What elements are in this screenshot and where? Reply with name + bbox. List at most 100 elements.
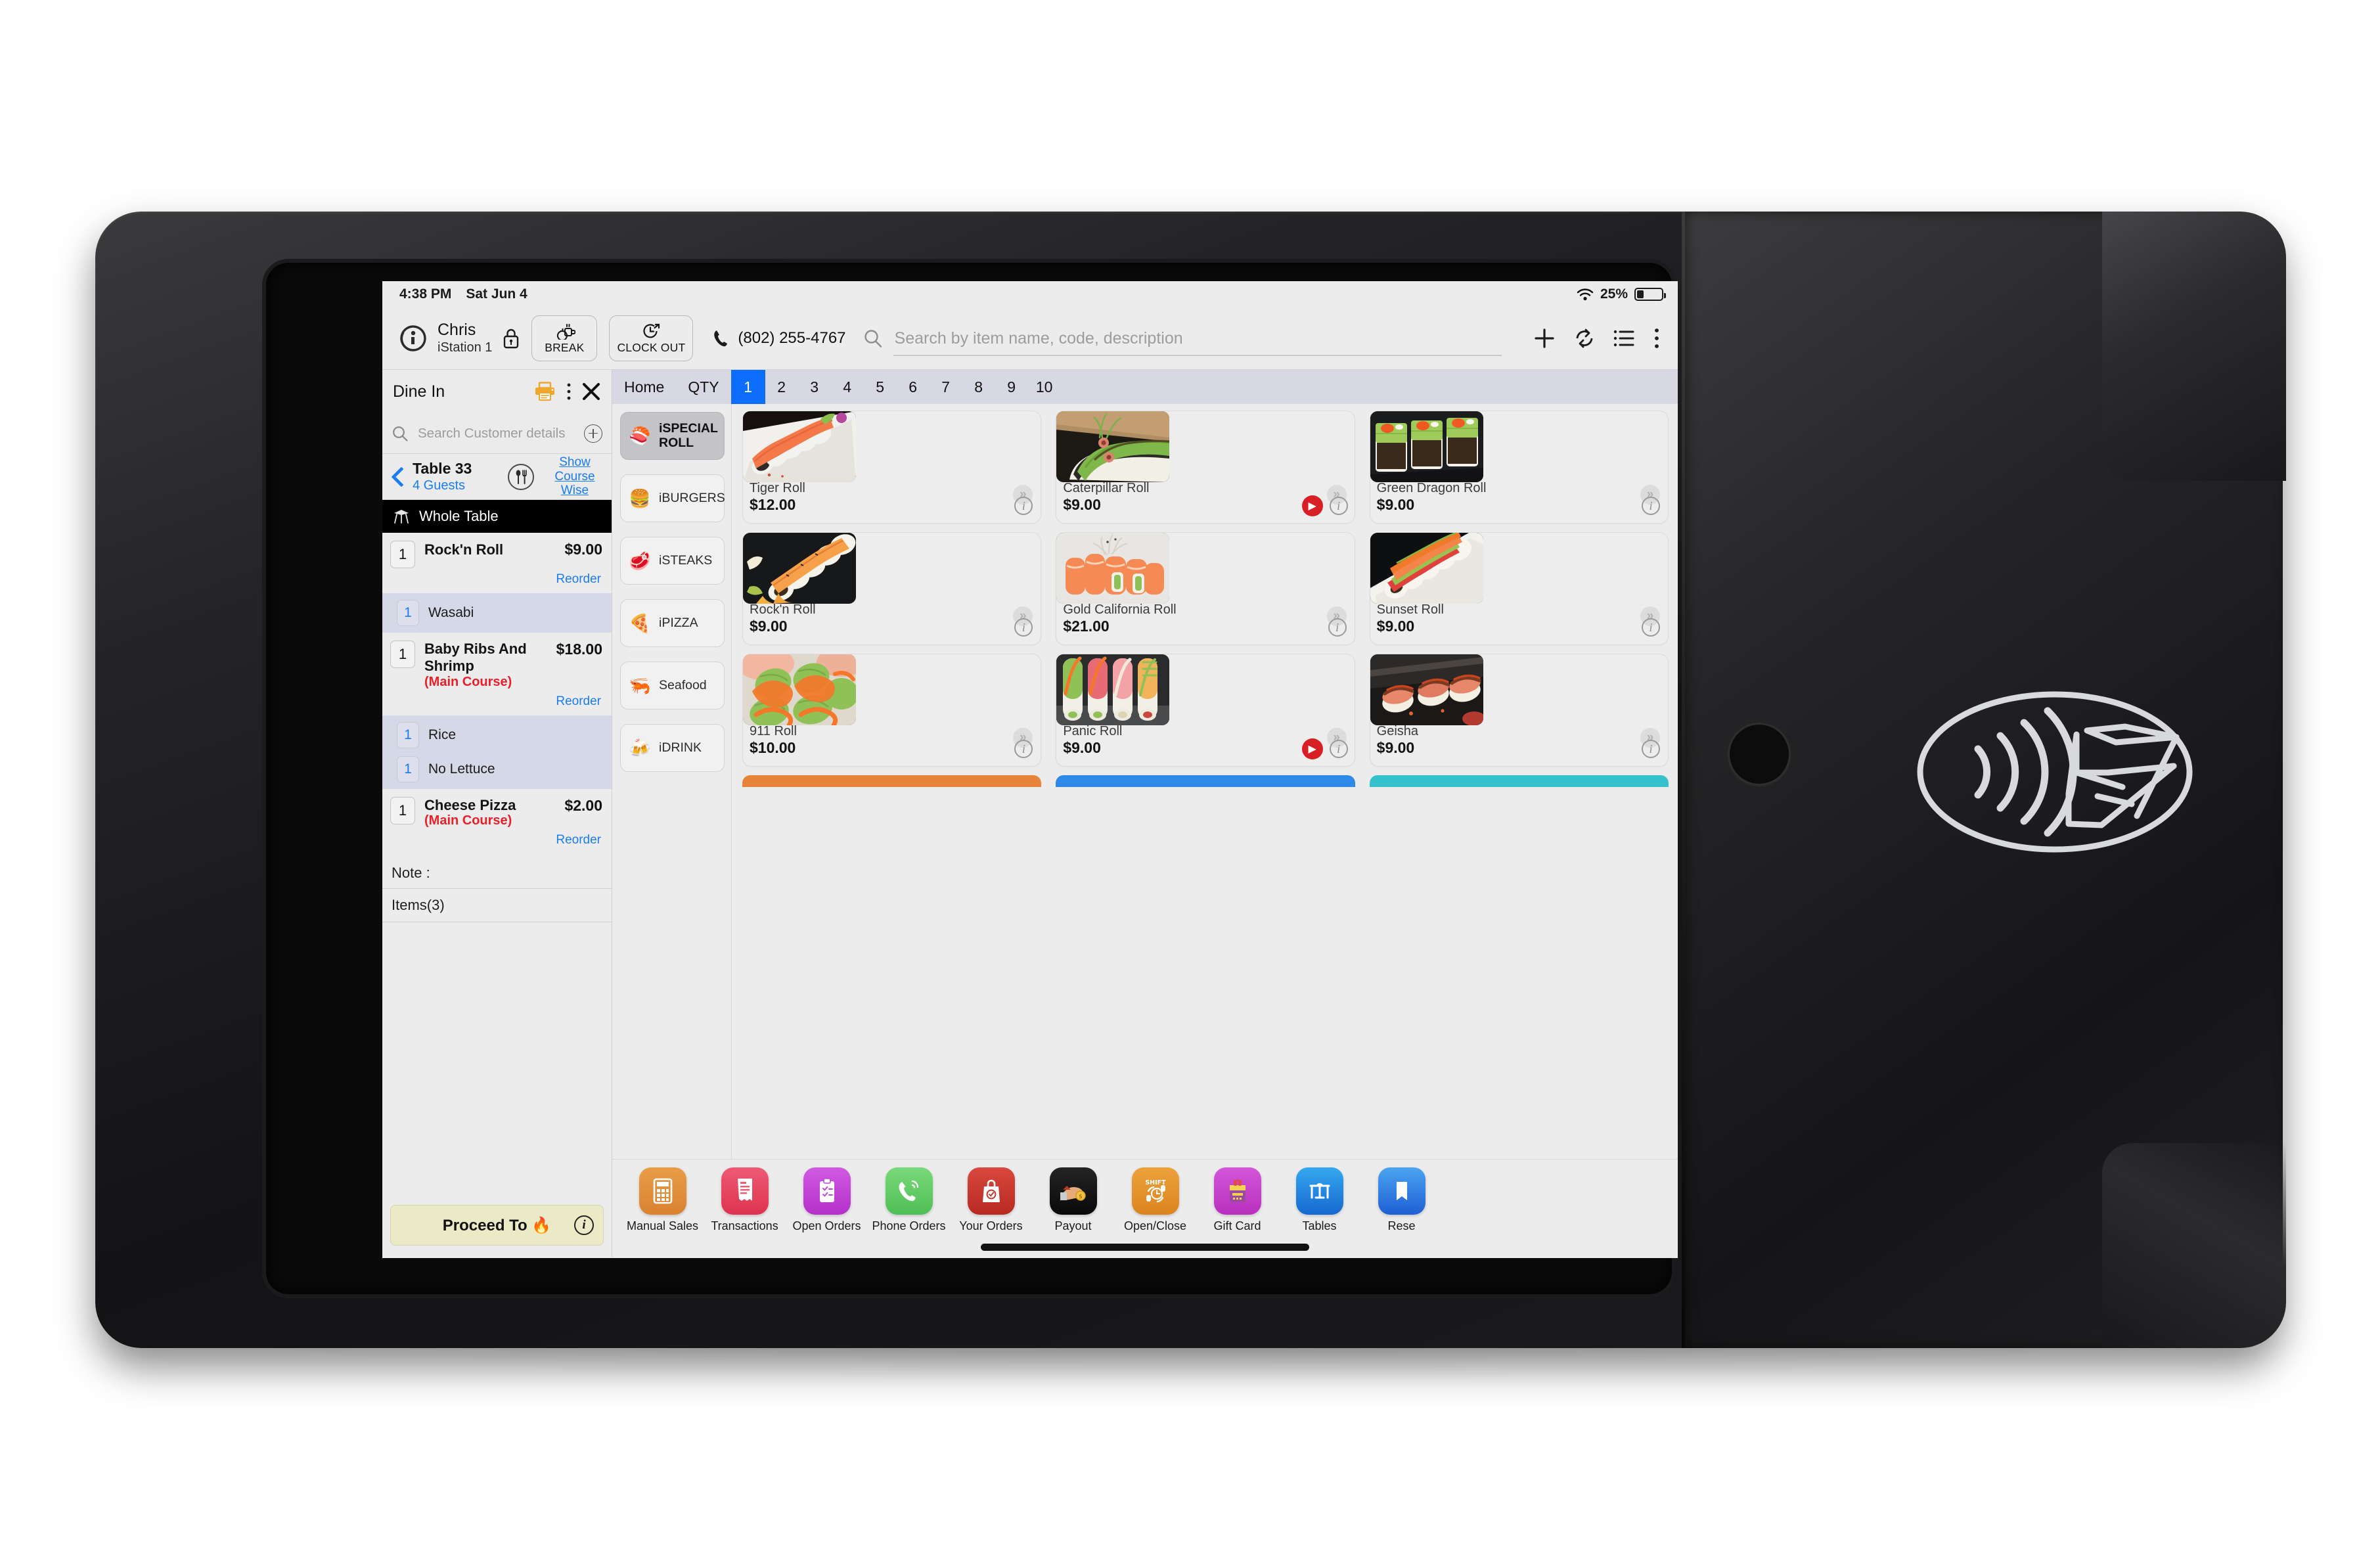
tab-10[interactable]: 10 — [1028, 370, 1061, 404]
info-icon[interactable]: i — [1014, 618, 1033, 637]
printer-icon[interactable] — [534, 382, 556, 401]
category-ispecial-roll[interactable]: 🍣 iSPECIAL ROLL — [620, 412, 725, 460]
app-open-orders[interactable]: Open Orders — [786, 1167, 868, 1233]
tab-8[interactable]: 8 — [962, 370, 995, 404]
modifier-row[interactable]: 1 No Lettuce — [382, 752, 612, 786]
phone-display[interactable]: (802) 255-4767 — [713, 329, 846, 348]
info-icon[interactable]: i — [574, 1215, 594, 1235]
clock-out-button[interactable]: CLOCK OUT — [609, 315, 694, 361]
app-manual-sales[interactable]: Manual Sales — [621, 1167, 704, 1233]
info-icon[interactable]: i — [1328, 618, 1347, 637]
product-card[interactable]: Sunset Roll » $9.00 i — [1369, 532, 1669, 645]
proceed-button[interactable]: Proceed To 🔥 i — [390, 1205, 604, 1246]
lock-icon[interactable] — [503, 328, 520, 349]
tab-6[interactable]: 6 — [897, 370, 930, 404]
category-iburgers[interactable]: 🍔 iBURGERS — [620, 474, 725, 522]
info-icon[interactable]: i — [1642, 740, 1660, 758]
reorder-link[interactable]: Reorder — [390, 568, 602, 588]
category-ipizza[interactable]: 🍕 iPIZZA — [620, 599, 725, 647]
info-icon[interactable]: i — [1014, 497, 1033, 515]
partial-card[interactable] — [1369, 775, 1669, 787]
play-icon[interactable]: ▶ — [1301, 738, 1323, 759]
category-seafood[interactable]: 🦐 Seafood — [620, 662, 725, 710]
order-item[interactable]: 1 Cheese Pizza (Main Course) $2.00 Reord… — [382, 788, 612, 855]
reorder-link[interactable]: Reorder — [390, 690, 602, 710]
category-isteaks[interactable]: 🥩 iSTEAKS — [620, 537, 725, 585]
modifier-row[interactable]: 1 Wasabi — [382, 596, 612, 630]
back-chevron-icon[interactable] — [392, 467, 405, 487]
order-items-list[interactable]: 1 Rock'n Roll $9.00 Reorder 1 Wasabi 1 B… — [382, 533, 612, 1196]
product-name: Rock'n Roll — [750, 602, 816, 617]
app-open-close[interactable]: SHIFT Open/Close — [1114, 1167, 1196, 1233]
add-customer-icon[interactable] — [584, 424, 602, 443]
product-price: $12.00 — [750, 496, 796, 513]
home-button[interactable] — [1728, 723, 1791, 786]
show-course-wise-link[interactable]: Show Course Wise — [547, 455, 602, 499]
plus-icon[interactable] — [1533, 327, 1556, 349]
order-item[interactable]: 1 Baby Ribs And Shrimp (Main Course) $18… — [382, 633, 612, 715]
info-icon[interactable]: i — [1329, 497, 1348, 515]
product-card[interactable]: 911 Roll » $10.00 i — [742, 654, 1042, 767]
product-image — [743, 411, 856, 482]
search-icon — [864, 330, 882, 348]
order-more-icon[interactable] — [566, 382, 572, 401]
app-reservations[interactable]: Rese — [1360, 1167, 1443, 1233]
info-icon[interactable]: i — [1014, 740, 1033, 758]
app-gift-card[interactable]: Gift Card — [1196, 1167, 1278, 1233]
tab-home[interactable]: Home — [612, 370, 676, 404]
app-label: Payout — [1054, 1219, 1092, 1232]
app-label: Open/Close — [1123, 1219, 1187, 1232]
order-item[interactable]: 1 Rock'n Roll $9.00 Reorder — [382, 533, 612, 593]
break-button[interactable]: BREAK — [531, 315, 598, 361]
modifier-row[interactable]: 1 Rice — [382, 718, 612, 752]
reorder-link[interactable]: Reorder — [390, 829, 602, 849]
info-icon[interactable]: i — [1642, 618, 1660, 637]
app-payout[interactable]: $ Payout — [1032, 1167, 1114, 1233]
tab-qty[interactable]: QTY — [676, 370, 730, 404]
product-card[interactable]: Panic Roll » $9.00 ▶ i — [1056, 654, 1355, 767]
item-course: (Main Course) — [424, 674, 512, 689]
play-icon[interactable]: ▶ — [1301, 495, 1323, 516]
search-input[interactable] — [894, 325, 1516, 352]
tab-4[interactable]: 4 — [831, 370, 864, 404]
item-qty[interactable]: 1 — [390, 796, 415, 824]
close-icon[interactable] — [581, 382, 601, 401]
info-icon[interactable]: i — [1642, 497, 1660, 515]
list-icon[interactable] — [1613, 330, 1634, 347]
product-card[interactable]: Geisha » $9.00 i — [1369, 654, 1669, 767]
product-card[interactable]: Caterpillar Roll » $9.00 ▶ i — [1056, 411, 1355, 524]
item-qty[interactable]: 1 — [390, 641, 415, 668]
tab-5[interactable]: 5 — [864, 370, 897, 404]
cutlery-icon[interactable] — [508, 463, 534, 490]
tab-7[interactable]: 7 — [930, 370, 962, 404]
note-field[interactable]: Note : — [382, 854, 612, 890]
partial-card[interactable] — [1056, 775, 1355, 787]
product-card[interactable]: Gold California Roll » $21.00 i — [1056, 532, 1355, 645]
product-card[interactable]: Tiger Roll » $12.00 i — [742, 411, 1042, 524]
app-your-orders[interactable]: Your Orders — [950, 1167, 1032, 1233]
sync-icon[interactable] — [1574, 327, 1595, 349]
category-idrink[interactable]: 🍻 iDRINK — [620, 724, 725, 772]
partial-card[interactable] — [742, 775, 1042, 787]
app-header: Chris iStation 1 BREAK CLOCK OUT (802) 2… — [382, 307, 1678, 370]
status-date: Sat Jun 4 — [466, 286, 528, 302]
app-tables[interactable]: Tables — [1278, 1167, 1360, 1233]
app-phone-orders[interactable]: Phone Orders — [868, 1167, 950, 1233]
info-icon[interactable]: i — [1329, 740, 1348, 758]
tab-3[interactable]: 3 — [798, 370, 831, 404]
item-qty[interactable]: 1 — [390, 541, 415, 568]
more-vertical-icon[interactable] — [1653, 327, 1661, 349]
tab-9[interactable]: 9 — [995, 370, 1028, 404]
product-card[interactable]: Green Dragon Roll » $9.00 i — [1369, 411, 1669, 524]
case-seam — [1682, 212, 1685, 1348]
header-actions — [1533, 327, 1661, 349]
status-time: 4:38 PM — [399, 286, 452, 302]
tab-2[interactable]: 2 — [765, 370, 798, 404]
app-transactions[interactable]: Transactions — [704, 1167, 786, 1233]
customer-search[interactable]: Search Customer details — [382, 413, 612, 454]
product-grid-wrap[interactable]: Tiger Roll » $12.00 i Caterpillar Roll »… — [732, 404, 1678, 1159]
tab-1[interactable]: 1 — [730, 370, 765, 404]
product-card[interactable]: Rock'n Roll » $9.00 i — [742, 532, 1042, 645]
user-info[interactable]: Chris iStation 1 — [399, 321, 520, 355]
battery-percent: 25% — [1600, 286, 1628, 302]
